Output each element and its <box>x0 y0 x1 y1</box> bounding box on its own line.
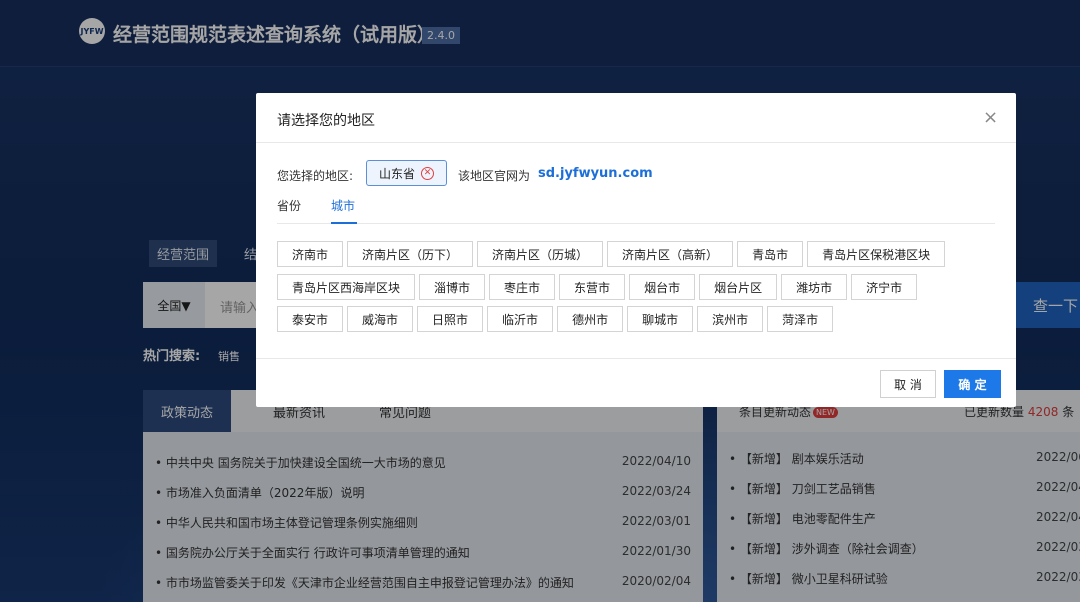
city-chip[interactable]: 济南片区（历下） <box>347 241 474 267</box>
city-chip[interactable]: 滨州市 <box>697 306 764 332</box>
tab-province[interactable]: 省份 <box>277 197 301 214</box>
selected-region-label: 您选择的地区: <box>277 169 354 183</box>
city-chip[interactable]: 聊城市 <box>627 306 694 332</box>
city-chip[interactable]: 济南片区（历城） <box>477 241 604 267</box>
city-chip[interactable]: 青岛片区保税港区块 <box>807 241 946 267</box>
city-chip[interactable]: 潍坊市 <box>781 274 848 300</box>
city-chip[interactable]: 泰安市 <box>277 306 344 332</box>
city-chip[interactable]: 菏泽市 <box>767 306 834 332</box>
confirm-button[interactable]: 确 定 <box>944 370 1001 398</box>
selected-region-text: 山东省 <box>379 166 416 181</box>
city-chip[interactable]: 东营市 <box>559 274 626 300</box>
city-chip[interactable]: 淄博市 <box>419 274 486 300</box>
city-chip[interactable]: 威海市 <box>347 306 414 332</box>
city-chip[interactable]: 青岛片区西海岸区块 <box>277 274 416 300</box>
cancel-button[interactable]: 取 消 <box>880 370 936 398</box>
city-chip[interactable]: 青岛市 <box>737 241 804 267</box>
site-link[interactable]: sd.jyfwyun.com <box>538 166 653 181</box>
footer-divider <box>256 358 1016 359</box>
city-row-3: 泰安市 威海市 日照市 临沂市 德州市 聊城市 滨州市 菏泽市 <box>277 306 834 332</box>
tab-active-indicator <box>331 222 357 224</box>
city-row-2: 青岛片区西海岸区块 淄博市 枣庄市 东营市 烟台市 烟台片区 潍坊市 济宁市 <box>277 274 918 300</box>
city-chip[interactable]: 烟台片区 <box>699 274 778 300</box>
close-icon[interactable]: × <box>983 107 998 128</box>
selected-region-tag[interactable]: 山东省 ✕ <box>366 160 448 186</box>
site-text: 该地区官网为 <box>458 169 531 183</box>
city-chip[interactable]: 济南市 <box>277 241 344 267</box>
divider <box>256 142 1016 143</box>
city-chip[interactable]: 枣庄市 <box>489 274 556 300</box>
city-chip[interactable]: 临沂市 <box>487 306 554 332</box>
tab-divider <box>277 223 995 224</box>
dialog-title: 请选择您的地区 <box>277 113 375 129</box>
city-chip[interactable]: 烟台市 <box>629 274 696 300</box>
city-chip[interactable]: 日照市 <box>417 306 484 332</box>
city-chip[interactable]: 济南片区（高新） <box>607 241 734 267</box>
remove-circle-icon[interactable]: ✕ <box>421 166 435 180</box>
city-chip[interactable]: 德州市 <box>557 306 624 332</box>
tab-city[interactable]: 城市 <box>331 197 355 214</box>
region-select-dialog: 请选择您的地区 × 您选择的地区: 山东省 ✕ 该地区官网为 sd.jyfwyu… <box>256 93 1016 407</box>
city-chip[interactable]: 济宁市 <box>851 274 918 300</box>
city-row-1: 济南市 济南片区（历下） 济南片区（历城） 济南片区（高新） 青岛市 青岛片区保… <box>277 241 946 267</box>
